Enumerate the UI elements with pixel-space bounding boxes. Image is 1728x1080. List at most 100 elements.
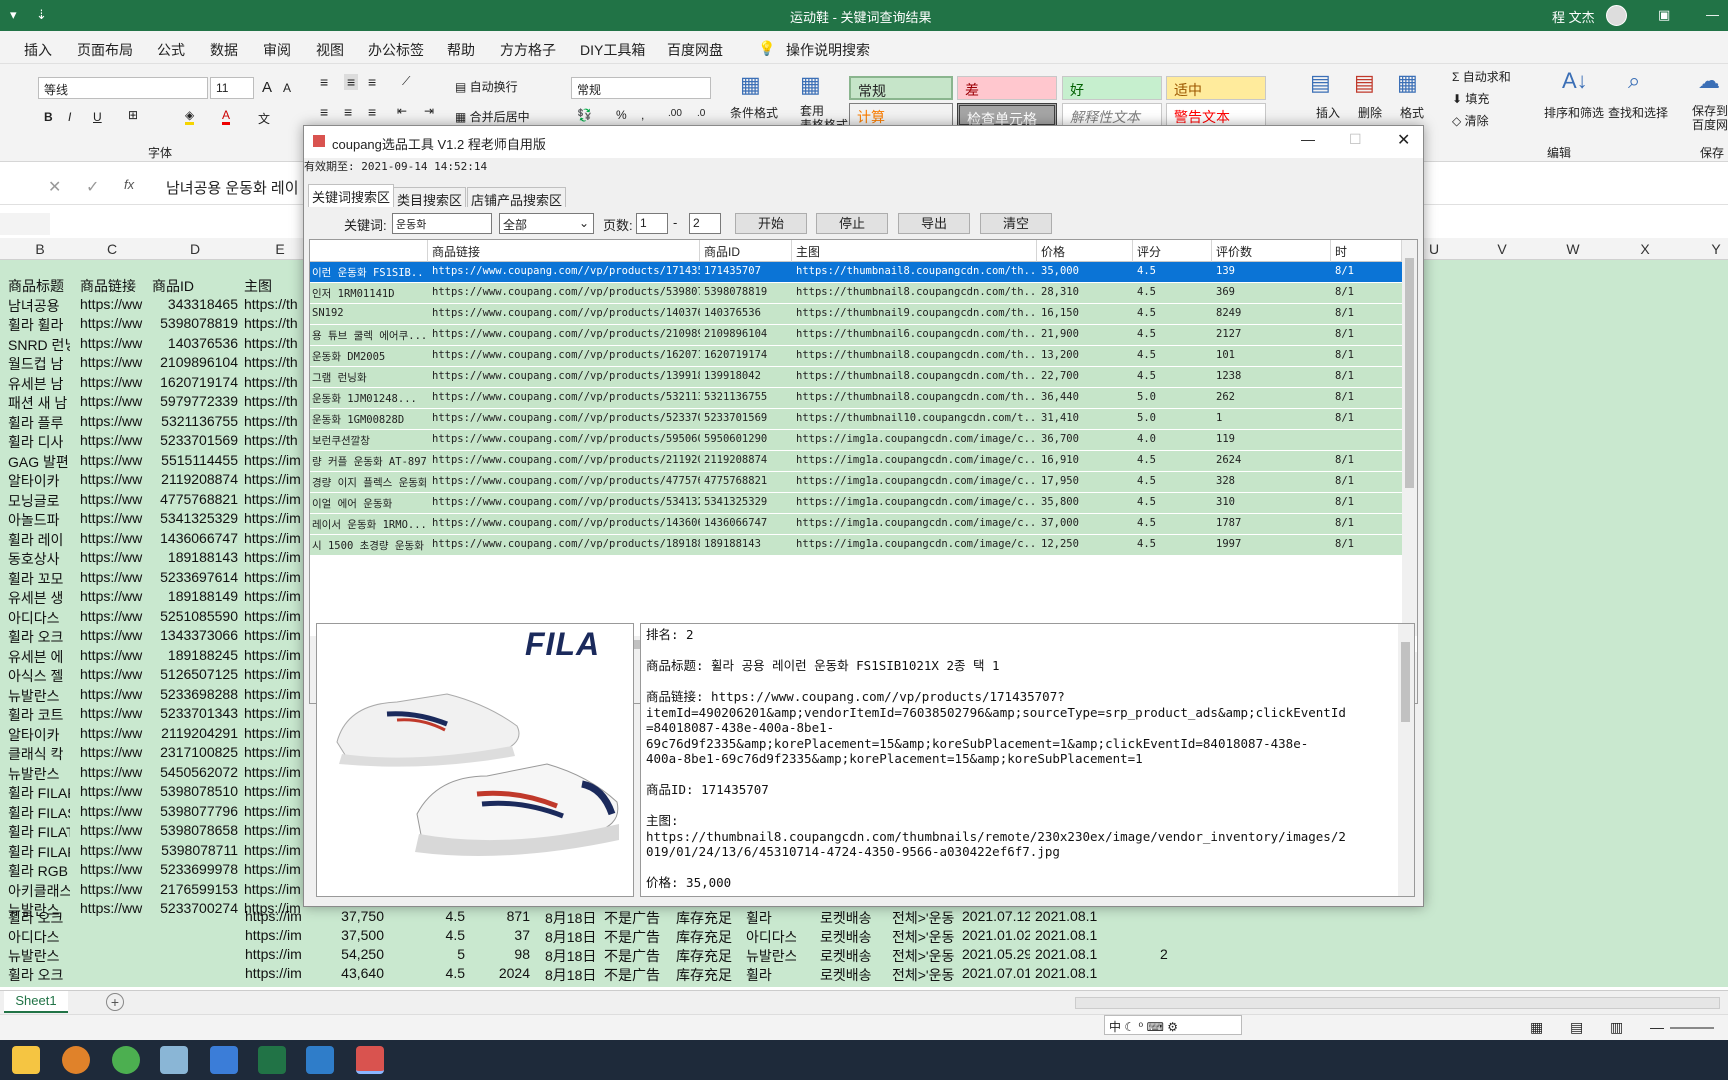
cell[interactable]: 5251085590 [146, 608, 238, 624]
cell[interactable]: 유세븐 생 [8, 588, 70, 608]
cell[interactable]: https://im [244, 764, 304, 780]
tell-me-search[interactable]: 操作说明搜索 [786, 40, 870, 60]
cell[interactable]: https://im [244, 647, 304, 663]
phonetic-icon[interactable]: 文 [258, 110, 270, 127]
tab-review[interactable]: 审阅 [263, 40, 291, 60]
category-select[interactable]: 全部 ⌄ [499, 213, 594, 234]
wrap-text-button[interactable]: ▤ 自动换行 [455, 78, 518, 95]
cell[interactable]: 8月18日 [545, 908, 597, 928]
cell[interactable]: https://im [244, 744, 304, 760]
orientation-icon[interactable]: ⟋ [402, 74, 410, 89]
currency-icon[interactable]: 💱 [577, 108, 592, 122]
cell[interactable]: https://ww [80, 432, 150, 448]
cell[interactable]: https://ww [80, 471, 150, 487]
conditional-format-icon[interactable]: ▦ [740, 72, 761, 98]
cell[interactable]: 2317100825 [146, 744, 238, 760]
column-e[interactable]: E [270, 241, 290, 257]
cell[interactable]: GAG 발편 [8, 452, 70, 472]
column-c[interactable]: C [102, 241, 122, 257]
cell[interactable]: 5398078711 [146, 842, 238, 858]
cell[interactable]: 로켓배송 [820, 946, 885, 966]
save-baidu-button[interactable]: 保存到 百度网盘 [1692, 104, 1728, 132]
cell[interactable]: https://ww [80, 569, 150, 585]
cell[interactable]: https://ww [80, 881, 150, 897]
product-detail-text[interactable]: 排名: 2 商品标题: 휠라 공용 레이런 운동화 FS1SIB1021X 2종 … [640, 623, 1415, 897]
tab-diy-tools[interactable]: DIY工具箱 [580, 40, 645, 60]
cell[interactable]: 아디다스 [8, 608, 70, 628]
customize-icon[interactable]: ⇣ [36, 7, 47, 23]
comma-icon[interactable]: , [641, 108, 644, 122]
format-cells-icon[interactable]: ▦ [1397, 70, 1418, 96]
cell[interactable]: https://im [244, 686, 304, 702]
cell[interactable]: 5233701343 [146, 705, 238, 721]
excel-icon[interactable] [258, 1046, 286, 1074]
cell[interactable]: 库存充足 [676, 927, 746, 947]
cell[interactable]: 월드컵 남 [8, 354, 70, 374]
cell[interactable]: https://th [244, 413, 304, 429]
cell[interactable]: 5398078658 [146, 822, 238, 838]
tab-category-search[interactable]: 类目搜索区 [393, 187, 467, 208]
tab-insert[interactable]: 插入 [24, 40, 52, 60]
decrease-decimal-icon[interactable]: .0 [697, 108, 705, 119]
cell[interactable]: 5398078510 [146, 783, 238, 799]
style-good[interactable]: 好 [1062, 76, 1162, 100]
tab-page-layout[interactable]: 页面布局 [77, 40, 133, 60]
cell[interactable]: 전체>'운동 [892, 965, 962, 985]
cell[interactable]: https://ww [80, 510, 150, 526]
cell[interactable]: https://im [244, 588, 304, 604]
start-button[interactable]: 开始 [735, 213, 807, 234]
cell[interactable]: 1436066747 [146, 530, 238, 546]
cell[interactable]: 휠라 레이 [8, 530, 70, 550]
cell[interactable]: 휠라 [746, 965, 796, 985]
cell[interactable]: 2021.01.02 [962, 927, 1030, 943]
cell[interactable]: 2119208874 [146, 471, 238, 487]
cell[interactable]: 商品ID [152, 276, 222, 296]
grid-row[interactable]: 운동화 DM2005 https://www.coupang.com//vp/pr… [310, 346, 1402, 367]
column-w[interactable]: W [1563, 241, 1583, 257]
cell[interactable]: https://im [244, 705, 304, 721]
cell[interactable]: 5126507125 [146, 666, 238, 682]
zoom-slider[interactable] [1670, 1027, 1714, 1029]
cell[interactable]: 5979772339 [146, 393, 238, 409]
cell[interactable]: https://ww [80, 842, 150, 858]
column-v[interactable]: V [1492, 241, 1512, 257]
grid-row[interactable]: 운동화 1JM01248... https://www.coupang.com//… [310, 388, 1402, 409]
cell[interactable]: 휠라 [746, 908, 796, 928]
cell[interactable]: 2021.07.01 [962, 965, 1030, 981]
cell[interactable]: 휠라 RGB [8, 861, 70, 881]
grid-header-rating[interactable]: 评分 [1133, 240, 1212, 262]
align-left-icon[interactable]: ≡ [320, 104, 328, 120]
minimize-icon[interactable]: — [1706, 7, 1719, 22]
cell[interactable]: 휠라 디사 [8, 432, 70, 452]
cell[interactable]: 알타이카 [8, 725, 70, 745]
cell[interactable]: 유세븐 에 [8, 647, 70, 667]
cell[interactable]: 5398078819 [146, 315, 238, 331]
cell[interactable]: https://ww [80, 393, 150, 409]
column-d[interactable]: D [185, 241, 205, 257]
cell[interactable]: https://im [244, 491, 304, 507]
grid-row[interactable]: 이런 운동화 FS1SIB... https://www.coupang.com/… [310, 262, 1402, 283]
fill-color-icon[interactable]: ◈ [185, 108, 195, 125]
grid-row[interactable]: 경량 이지 플렉스 운동화 https://www.coupang.com//vp… [310, 472, 1402, 493]
cell[interactable]: 로켓배송 [820, 908, 885, 928]
align-middle-icon[interactable]: ≡ [344, 74, 359, 90]
cell[interactable]: https://im [244, 861, 304, 877]
cell[interactable]: 5341325329 [146, 510, 238, 526]
increase-indent-icon[interactable]: ⇥ [424, 104, 434, 118]
cell[interactable]: 휠라 휠라 [8, 315, 70, 335]
align-top-icon[interactable]: ≡ [320, 74, 328, 90]
cell[interactable]: 189188245 [146, 647, 238, 663]
border-icon[interactable]: ⊞ [128, 108, 138, 122]
cell[interactable]: 동호상사 [8, 549, 70, 569]
number-format-select[interactable]: 常规 [571, 77, 711, 99]
merge-center-button[interactable]: ▦ 合并后居中 [455, 108, 530, 125]
cell[interactable]: 휠라 플루 [8, 413, 70, 433]
cell[interactable]: https://ww [80, 725, 150, 741]
cell[interactable]: https://th [244, 315, 304, 331]
cell[interactable]: https://im [244, 822, 304, 838]
cell[interactable]: 5398077796 [146, 803, 238, 819]
cell[interactable]: 2021.08.16 [1035, 946, 1097, 962]
cell[interactable]: 2176599153 [146, 881, 238, 897]
cell[interactable]: https://ww [80, 296, 150, 312]
grid-row[interactable]: 인저 1RM01141D https://www.coupang.com//vp/… [310, 283, 1402, 304]
